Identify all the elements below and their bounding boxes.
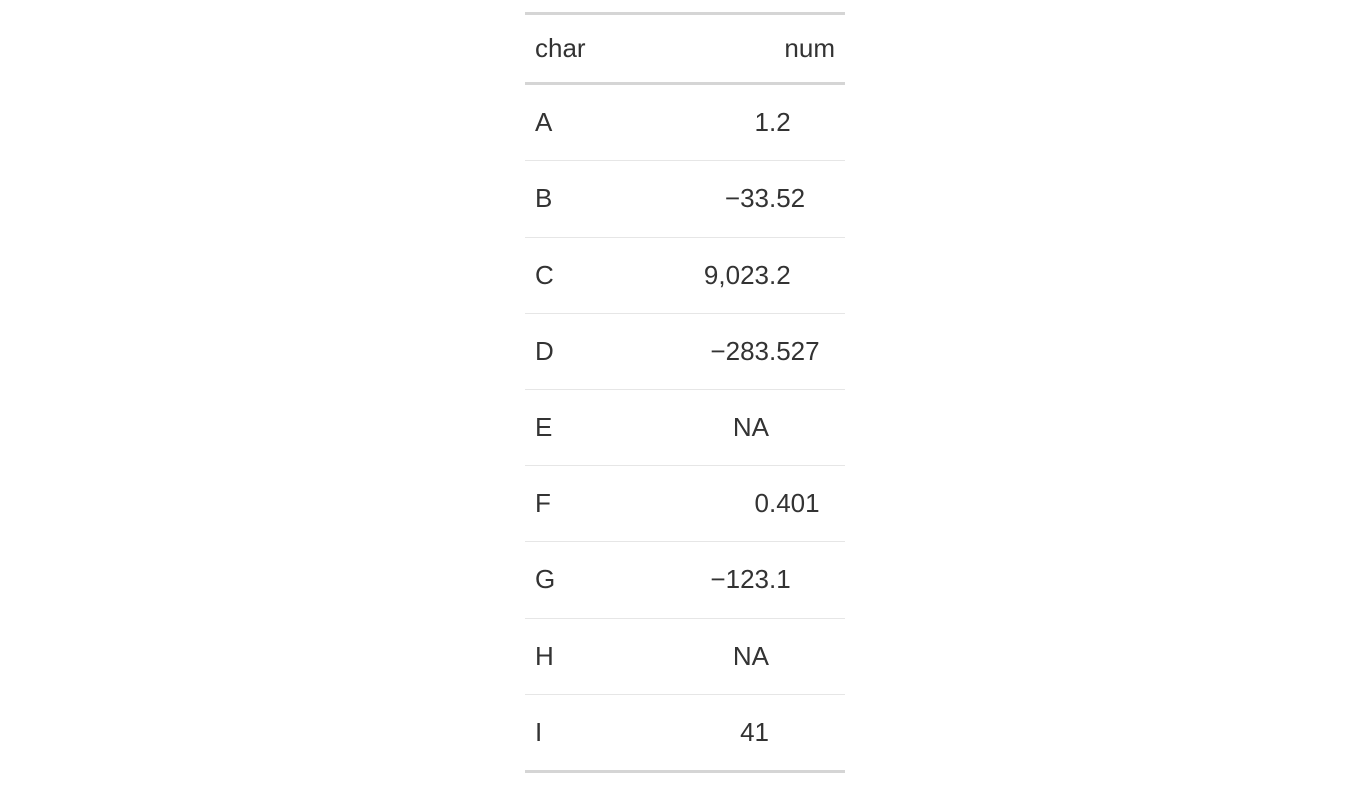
table-row: C 9,023.2	[525, 237, 845, 313]
cell-num: −33.52	[627, 161, 845, 237]
table-row: G −123.1	[525, 542, 845, 618]
cell-char: I	[525, 694, 627, 771]
cell-num: 1.2	[627, 84, 845, 161]
cell-char: G	[525, 542, 627, 618]
cell-char: F	[525, 466, 627, 542]
table-row: B −33.52	[525, 161, 845, 237]
cell-char: E	[525, 389, 627, 465]
table-row: H NA	[525, 618, 845, 694]
data-table: char num A 1.2 B −33.52 C 9,023.2 D −283…	[525, 12, 845, 773]
col-header-char: char	[525, 14, 627, 84]
cell-num: −123.1	[627, 542, 845, 618]
cell-char: H	[525, 618, 627, 694]
cell-num: 0.401	[627, 466, 845, 542]
cell-num: 41	[627, 694, 845, 771]
cell-char: B	[525, 161, 627, 237]
cell-num: −283.527	[627, 313, 845, 389]
cell-char: D	[525, 313, 627, 389]
col-header-num: num	[627, 14, 845, 84]
table-row: D −283.527	[525, 313, 845, 389]
table-header-row: char num	[525, 14, 845, 84]
cell-num: NA	[627, 389, 845, 465]
table-row: F 0.401	[525, 466, 845, 542]
cell-num: NA	[627, 618, 845, 694]
table-row: E NA	[525, 389, 845, 465]
cell-char: A	[525, 84, 627, 161]
cell-num: 9,023.2	[627, 237, 845, 313]
cell-char: C	[525, 237, 627, 313]
table-row: A 1.2	[525, 84, 845, 161]
table-row: I 41	[525, 694, 845, 771]
